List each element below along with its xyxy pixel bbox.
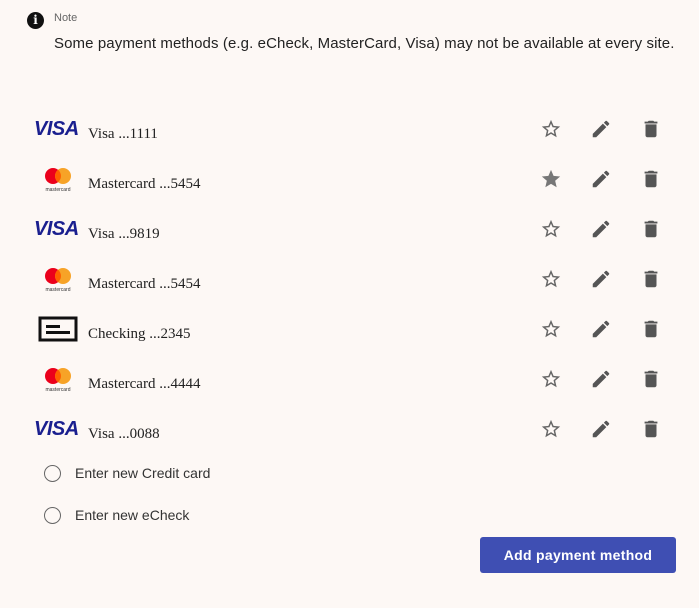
visa-logo: VISA xyxy=(34,416,86,444)
radio-button[interactable] xyxy=(44,507,61,524)
svg-text:mastercard: mastercard xyxy=(45,187,70,193)
payment-method-row: mastercard Mastercard ...5454 xyxy=(0,154,699,204)
mastercard-icon: mastercard xyxy=(42,266,76,294)
star-icon[interactable] xyxy=(540,318,562,340)
payment-method-label: Mastercard ...5454 xyxy=(88,276,201,292)
mastercard-icon: mastercard xyxy=(42,166,76,194)
payment-method-label: Checking ...2345 xyxy=(88,326,191,342)
payment-method-row: VISA Visa ...1111 xyxy=(0,104,699,154)
star-icon[interactable] xyxy=(540,118,562,140)
payment-method-label: Visa ...0088 xyxy=(88,426,160,442)
visa-wordmark: VISA xyxy=(34,418,79,440)
trash-icon[interactable] xyxy=(640,218,662,240)
payment-methods-list: VISA Visa ...1111 mastercard Mastercard ...… xyxy=(0,104,699,454)
mastercard-logo: mastercard xyxy=(34,366,86,394)
trash-icon[interactable] xyxy=(640,368,662,390)
trash-icon[interactable] xyxy=(640,418,662,440)
star-icon[interactable] xyxy=(540,168,562,190)
pencil-icon[interactable] xyxy=(590,268,612,290)
payment-method-label: Mastercard ...4444 xyxy=(88,376,201,392)
star-icon[interactable] xyxy=(540,418,562,440)
star-icon[interactable] xyxy=(540,218,562,240)
visa-wordmark: VISA xyxy=(34,218,79,240)
pencil-icon[interactable] xyxy=(590,318,612,340)
trash-icon[interactable] xyxy=(640,168,662,190)
trash-icon[interactable] xyxy=(640,318,662,340)
star-icon[interactable] xyxy=(540,268,562,290)
pencil-icon[interactable] xyxy=(590,368,612,390)
note-text: Some payment methods (e.g. eCheck, Maste… xyxy=(54,35,675,52)
visa-logo: VISA xyxy=(34,216,86,244)
payment-method-row: VISA Visa ...0088 xyxy=(0,404,699,454)
info-icon: i xyxy=(27,12,44,29)
visa-logo: VISA xyxy=(34,116,86,144)
new-echeck-label: Enter new eCheck xyxy=(75,507,190,523)
visa-wordmark: VISA xyxy=(34,118,79,140)
payment-method-label: Mastercard ...5454 xyxy=(88,176,201,192)
star-icon[interactable] xyxy=(540,368,562,390)
payment-method-label: Visa ...9819 xyxy=(88,226,160,242)
pencil-icon[interactable] xyxy=(590,118,612,140)
payment-method-row: mastercard Mastercard ...5454 xyxy=(0,254,699,304)
add-payment-method-button[interactable]: Add payment method xyxy=(480,537,676,573)
pencil-icon[interactable] xyxy=(590,168,612,190)
payment-method-label: Visa ...1111 xyxy=(88,126,158,142)
pencil-icon[interactable] xyxy=(590,218,612,240)
svg-text:mastercard: mastercard xyxy=(45,287,70,293)
payment-method-row: VISA Visa ...9819 xyxy=(0,204,699,254)
trash-icon[interactable] xyxy=(640,118,662,140)
check-icon xyxy=(38,316,78,344)
mastercard-logo: mastercard xyxy=(34,166,86,194)
note-label: Note xyxy=(54,12,78,24)
trash-icon[interactable] xyxy=(640,268,662,290)
pencil-icon[interactable] xyxy=(590,418,612,440)
mastercard-icon: mastercard xyxy=(42,366,76,394)
mastercard-logo: mastercard xyxy=(34,266,86,294)
new-credit-card-label: Enter new Credit card xyxy=(75,465,211,481)
payment-method-row: mastercard Mastercard ...4444 xyxy=(0,354,699,404)
svg-text:mastercard: mastercard xyxy=(45,387,70,393)
payment-method-row: Checking ...2345 xyxy=(0,304,699,354)
check-logo xyxy=(34,316,86,344)
radio-button[interactable] xyxy=(44,465,61,482)
